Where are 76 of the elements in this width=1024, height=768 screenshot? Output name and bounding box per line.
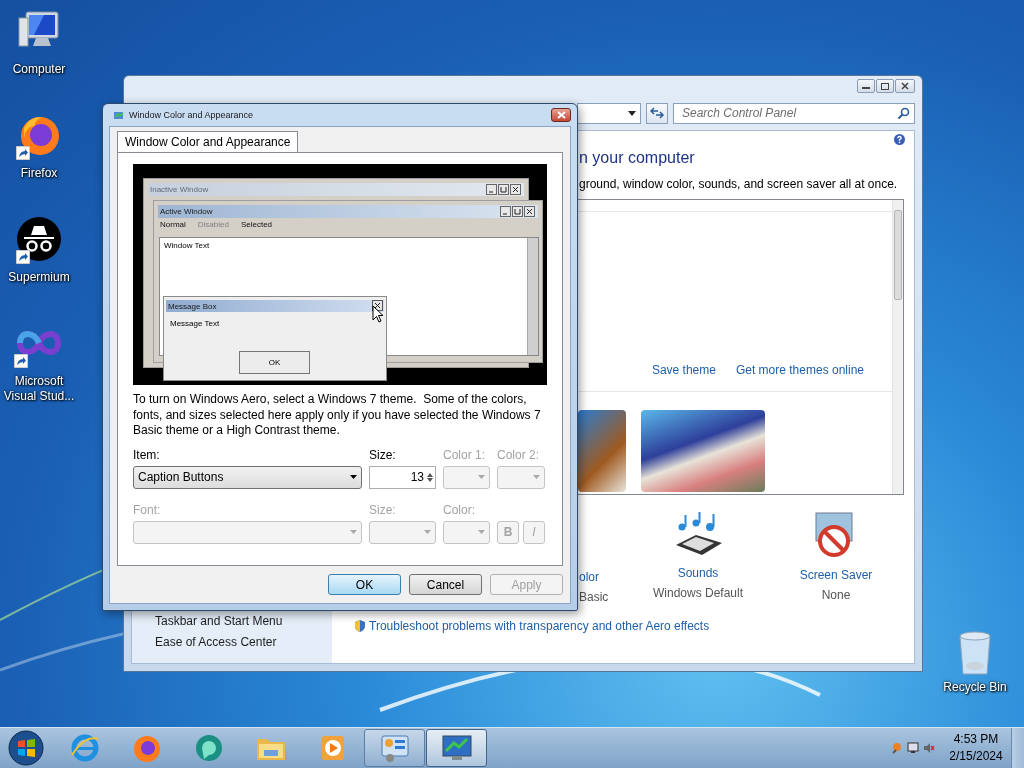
refresh-button[interactable]: [646, 102, 668, 124]
field-label: Color:: [443, 502, 476, 517]
theme-link[interactable]: Get more themes online: [735, 363, 864, 377]
taskbar-app[interactable]: [426, 729, 487, 767]
monitor-icon: [439, 733, 474, 763]
control-panel-icon: [378, 733, 411, 763]
close-button[interactable]: [551, 108, 571, 122]
setting-link[interactable]: Sounds Windows Default: [639, 511, 757, 605]
field-label: Size:: [369, 502, 397, 517]
setting-link[interactable]: olor Basic: [579, 511, 639, 605]
menu-item: Disabled: [197, 220, 229, 229]
page-heading: n your computer: [579, 148, 696, 168]
ok-button[interactable]: OK: [239, 351, 310, 374]
refresh-icon: [650, 107, 664, 119]
shortcut-arrow-icon: [14, 354, 28, 368]
size-spinner[interactable]: 13: [369, 465, 436, 489]
field-label: Font:: [133, 502, 162, 517]
address-dropdown[interactable]: [577, 102, 641, 124]
mouse-cursor-icon: [372, 305, 384, 323]
fox-globe-icon: [131, 733, 162, 763]
scrollbar[interactable]: [892, 200, 903, 494]
message-box-title: Message Box: [168, 301, 217, 311]
caption-buttons-drawing: [500, 206, 535, 217]
field-label: Color 1:: [443, 447, 487, 462]
window-text: Window Text: [164, 241, 210, 250]
theme-preview[interactable]: [578, 410, 626, 492]
caret-icon: [628, 110, 636, 116]
page-description: ground, window color, sounds, and screen saver all at once.: [579, 177, 899, 191]
tab[interactable]: Window Color and Appearance: [117, 131, 299, 152]
dialog-button[interactable]: Cancel: [409, 574, 482, 595]
message-text: Message Text: [170, 319, 220, 328]
sidebar-link[interactable]: Ease of Access Center: [155, 635, 332, 649]
active-window-title: Active Window: [160, 207, 213, 216]
field-label: Color 2:: [497, 447, 541, 462]
info-text: To turn on Windows Aero, select a Windows 7 theme. Some of the colors, fonts, and sizes selected here apply only if you have selected the Windows 7 Basic theme or a High Contrast theme.: [133, 392, 542, 439]
clock[interactable]: 4:53 PM 2/15/2024: [941, 731, 1011, 765]
search-field[interactable]: Search Control Panel: [673, 102, 915, 124]
field-label: Size:: [369, 447, 397, 462]
tray-icon[interactable]: [891, 742, 903, 754]
close-icon: [556, 111, 566, 119]
sidebar-link[interactable]: Taskbar and Start Menu: [155, 614, 332, 628]
theme-link[interactable]: Save theme: [651, 363, 716, 377]
caret-icon: [350, 475, 357, 479]
caret-icon: [350, 530, 357, 534]
speaker-muted-icon[interactable]: [923, 742, 935, 754]
caret-icon: [424, 530, 431, 534]
show-desktop-button[interactable]: [1011, 728, 1024, 768]
spin-arrows-icon[interactable]: [427, 471, 433, 483]
caret-icon: [478, 530, 485, 534]
inactive-window-title: Inactive Window: [150, 185, 209, 194]
setting-link[interactable]: Screen Saver None: [776, 511, 896, 605]
caret-icon: [533, 475, 540, 479]
maximize-button[interactable]: [876, 79, 894, 93]
troubleshoot-link[interactable]: Troubleshoot problems with transparency and other Aero effects: [369, 619, 710, 633]
start-button[interactable]: [6, 728, 46, 768]
maximize-icon: [881, 82, 889, 90]
close-button[interactable]: [895, 79, 915, 93]
window-color-icon: [113, 109, 124, 121]
network-icon[interactable]: [907, 742, 919, 754]
caption-buttons-drawing: [486, 184, 521, 195]
window-title: Window Color and Appearance: [129, 110, 255, 120]
taskbar-app[interactable]: [364, 729, 425, 767]
shortcut-arrow-icon: [16, 146, 30, 160]
spy-hat-glasses-icon: [16, 216, 62, 262]
letter-e-globe-icon: [69, 733, 100, 763]
minimize-button[interactable]: [857, 79, 875, 93]
theme-preview[interactable]: [641, 410, 765, 492]
close-icon: [901, 82, 909, 90]
search-icon: [897, 106, 910, 120]
field-label: Item:: [133, 447, 161, 462]
dropdown[interactable]: Caption Buttons: [133, 465, 362, 489]
help-icon[interactable]: [894, 134, 905, 145]
shield-icon: [355, 620, 365, 632]
dialog-button[interactable]: OK: [328, 574, 401, 595]
shortcut-arrow-icon: [16, 250, 30, 264]
caret-icon: [478, 475, 485, 479]
